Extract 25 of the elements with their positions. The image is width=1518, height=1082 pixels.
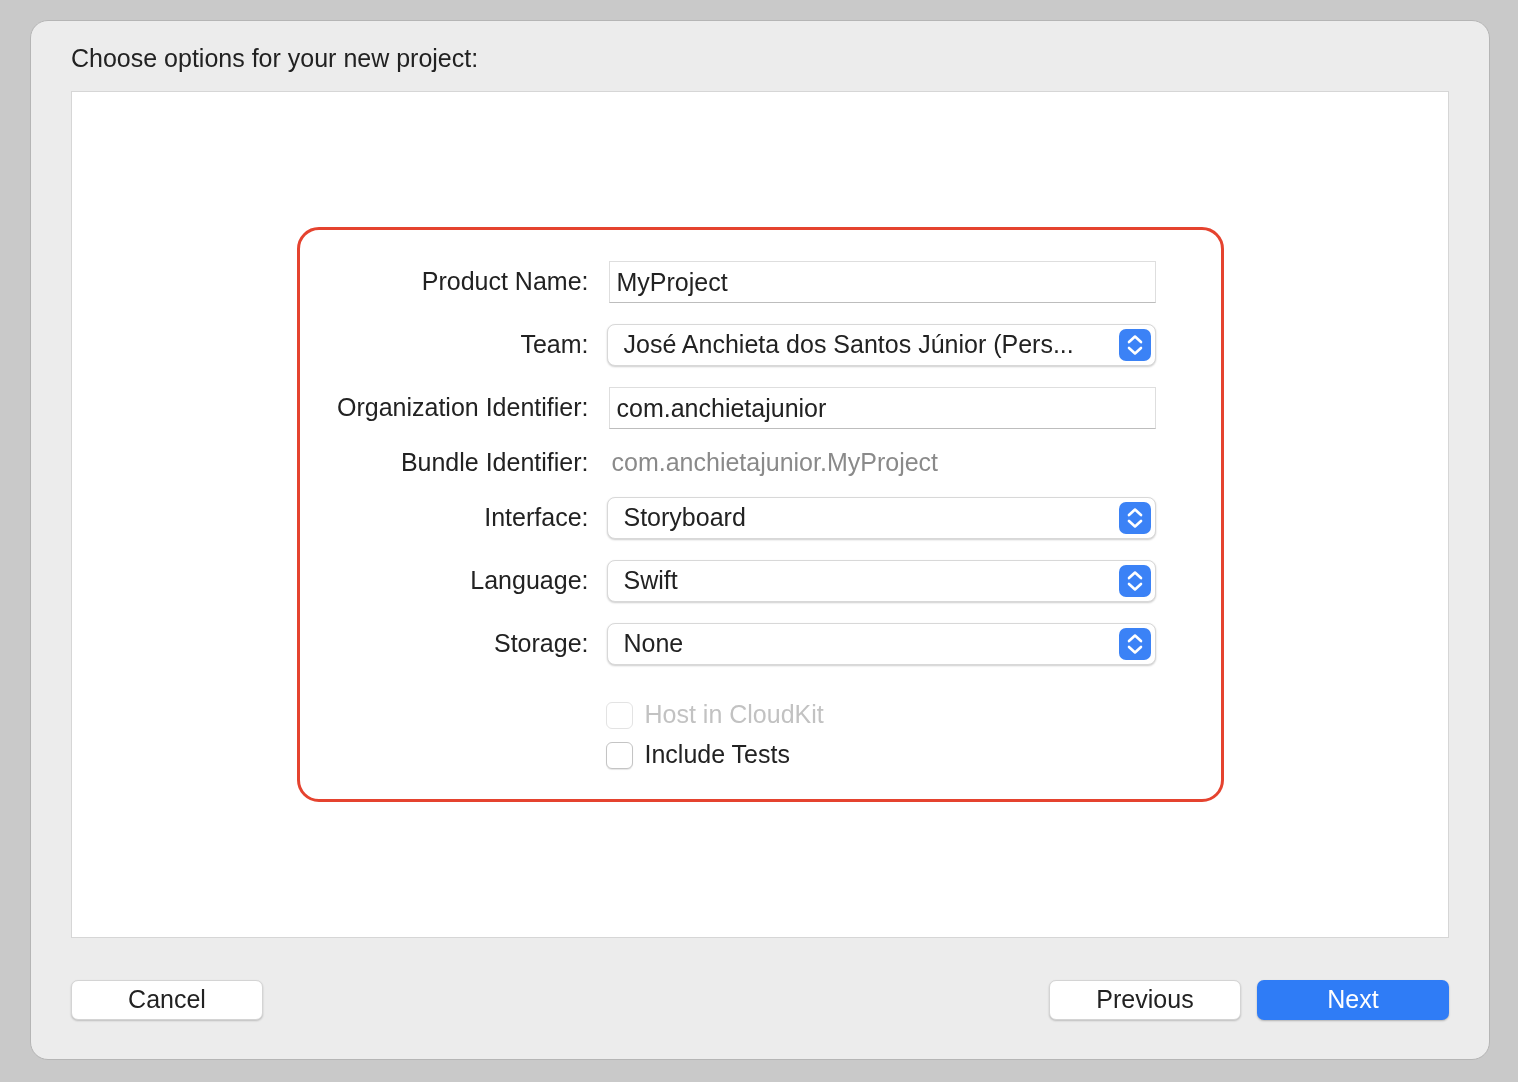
field-label: Interface: bbox=[483, 502, 589, 534]
field-label: Organization Identifier: bbox=[335, 392, 589, 424]
popup-button[interactable]: None bbox=[606, 623, 1156, 665]
next-button[interactable]: Next bbox=[1257, 980, 1449, 1020]
dialog-button[interactable]: Cancel bbox=[71, 980, 263, 1020]
stepper-icon bbox=[1118, 502, 1151, 534]
checkbox[interactable] bbox=[605, 741, 633, 769]
text-field[interactable]: com.anchietajunior bbox=[608, 387, 1156, 429]
field-label: Product Name: bbox=[420, 266, 589, 298]
popup-button[interactable]: José Anchieta dos Santos Júnior (Pers... bbox=[606, 324, 1156, 366]
field-label: Storage: bbox=[493, 628, 589, 660]
popup-button[interactable]: Storyboard bbox=[606, 497, 1156, 539]
field-label: Bundle Identifier: bbox=[399, 447, 589, 479]
bundle-identifier-text: com.anchietajunior.MyProject bbox=[611, 447, 939, 479]
field-label: Language: bbox=[469, 565, 589, 597]
stepper-icon bbox=[1118, 565, 1151, 597]
popup-button[interactable]: Swift bbox=[606, 560, 1156, 602]
dialog-title: Choose options for your new project: bbox=[71, 43, 480, 73]
field-label: Team: bbox=[519, 329, 589, 361]
checkbox-label: Host in CloudKit bbox=[644, 699, 824, 731]
stepper-icon bbox=[1118, 628, 1151, 660]
text-field[interactable]: MyProject bbox=[608, 261, 1156, 303]
stepper-icon bbox=[1118, 329, 1151, 361]
dialog-button[interactable]: Previous bbox=[1049, 980, 1241, 1020]
checkbox-label: Include Tests bbox=[644, 739, 790, 771]
